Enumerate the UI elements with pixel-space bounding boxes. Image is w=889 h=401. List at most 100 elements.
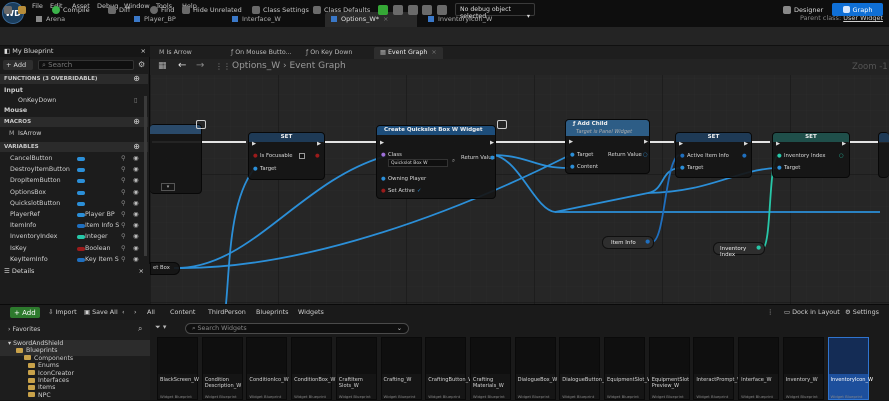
node-partial-right[interactable] bbox=[878, 132, 889, 178]
eye-icon[interactable]: ◉ bbox=[133, 177, 139, 184]
integer-out-pin[interactable]: ● bbox=[756, 245, 761, 251]
eye-icon[interactable]: ◉ bbox=[133, 211, 139, 218]
instance-editable-icon[interactable]: ⚲ bbox=[121, 222, 126, 229]
asset-tile[interactable]: CraftItem Slots_W Widget Blueprint bbox=[335, 337, 377, 400]
search-icon[interactable]: ⌕ bbox=[138, 324, 142, 334]
close-icon[interactable]: × bbox=[383, 15, 388, 23]
checkbox[interactable] bbox=[299, 153, 305, 159]
stop-button[interactable] bbox=[422, 3, 432, 16]
cb-path-content[interactable]: Content bbox=[170, 308, 195, 316]
exec-in-pin[interactable]: ▶ bbox=[380, 140, 384, 146]
struct-out-pin[interactable]: ● bbox=[742, 153, 747, 159]
tab-is-arrow[interactable]: M Is Arrow bbox=[153, 47, 198, 59]
history-forward-icon[interactable]: › bbox=[134, 308, 137, 316]
struct-out-pin[interactable]: ● bbox=[645, 239, 650, 245]
function-onkeydown[interactable]: OnKeyDown ▯ bbox=[0, 96, 148, 106]
asset-tile[interactable]: DialogueBox_W Widget Blueprint bbox=[514, 337, 557, 400]
mouse-category[interactable]: Mouse bbox=[0, 106, 148, 116]
gear-icon[interactable]: ⚙ bbox=[138, 60, 145, 69]
object-pin[interactable]: ● bbox=[680, 165, 685, 171]
node-create-widget[interactable]: Create Quickslot Box W Widget ▶ ▶ ● Clas… bbox=[376, 125, 496, 199]
eye-icon[interactable]: ◉ bbox=[133, 233, 139, 240]
exec-out-pin[interactable]: ▶ bbox=[644, 139, 648, 145]
variable-row[interactable]: InventoryIndex Integer ⚲ ◉ bbox=[0, 232, 148, 242]
diff-button[interactable]: Diff bbox=[108, 3, 130, 16]
instance-editable-icon[interactable]: ⚲ bbox=[121, 256, 126, 263]
class-select[interactable]: Quickslot Box W bbox=[388, 159, 448, 167]
designer-button[interactable]: Designer bbox=[783, 3, 827, 16]
tree-folder[interactable]: NPC bbox=[0, 392, 150, 401]
step-button[interactable] bbox=[393, 3, 403, 16]
class-settings-button[interactable]: Class Settings bbox=[252, 3, 309, 16]
node-add-child[interactable]: ƒ Add Child Target is Panel Widget ▶ ▶ ●… bbox=[565, 119, 650, 174]
variable-row[interactable]: OptionsBox ⚲ ◉ bbox=[0, 188, 148, 198]
eye-icon[interactable]: ◉ bbox=[133, 200, 139, 207]
import-button[interactable]: ⇩ Import bbox=[48, 308, 77, 316]
asset-tile[interactable]: Interface_W Widget Blueprint bbox=[738, 337, 780, 400]
close-icon[interactable]: × bbox=[139, 267, 144, 275]
dock-in-layout-button[interactable]: ▭ Dock in Layout bbox=[784, 308, 840, 316]
scrollbar[interactable] bbox=[144, 96, 147, 256]
play-button[interactable] bbox=[378, 3, 388, 16]
eye-icon[interactable]: ◉ bbox=[133, 256, 139, 263]
hide-unrelated-button[interactable]: Hide Unrelated bbox=[182, 3, 242, 16]
variable-row[interactable]: IsKey Boolean ⚲ ◉ bbox=[0, 244, 148, 254]
bool-pin[interactable]: ● bbox=[381, 188, 386, 194]
cb-path-thirdperson[interactable]: ThirdPerson bbox=[208, 308, 246, 316]
save-button[interactable] bbox=[4, 3, 12, 16]
functions-section[interactable]: FUNCTIONS (3 OVERRIDABLE) ⊕ bbox=[0, 74, 148, 84]
back-arrow-icon[interactable]: ← bbox=[178, 60, 186, 71]
forward-arrow-icon[interactable]: → bbox=[196, 60, 204, 71]
variable-row[interactable]: DestroyItemButton ⚲ ◉ bbox=[0, 165, 148, 175]
item-info-getter[interactable]: Item Info ● bbox=[602, 236, 654, 249]
add-icon[interactable]: ⊕ bbox=[133, 118, 140, 126]
macros-section[interactable]: MACROS ⊕ bbox=[0, 117, 148, 127]
eye-icon[interactable]: ◉ bbox=[133, 189, 139, 196]
menu-file[interactable]: File bbox=[32, 2, 43, 10]
exec-out-pin[interactable]: ▶ bbox=[317, 141, 321, 147]
asset-tile[interactable]: EquipmentSlot Preview_W Widget Blueprint bbox=[648, 337, 690, 400]
search-icon[interactable]: ⌕ bbox=[452, 158, 455, 165]
asset-tile[interactable]: BlackScreen_W Widget Blueprint bbox=[157, 337, 199, 400]
save-all-button[interactable]: ▣ Save All bbox=[84, 308, 118, 316]
object-out-pin[interactable]: ○ bbox=[643, 152, 648, 158]
instance-editable-icon[interactable]: ⚲ bbox=[121, 211, 126, 218]
instance-editable-icon[interactable]: ⚲ bbox=[121, 155, 126, 162]
options-box-getter[interactable]: et Box bbox=[150, 262, 180, 275]
variable-row[interactable]: QuickslotButton ⚲ ◉ bbox=[0, 199, 148, 209]
object-pin[interactable]: ● bbox=[253, 166, 258, 172]
object-pin[interactable]: ● bbox=[777, 165, 782, 171]
input-category[interactable]: Input bbox=[0, 86, 148, 96]
class-defaults-button[interactable]: Class Defaults bbox=[313, 3, 370, 16]
exec-out-pin[interactable]: ▶ bbox=[842, 141, 846, 147]
inventory-index-getter[interactable]: Inventory Index ● bbox=[713, 242, 765, 258]
asset-tile[interactable]: EquipmentSlot_W Widget Blueprint bbox=[604, 337, 652, 400]
variable-row[interactable]: PlayerRef Player BP ⚲ ◉ bbox=[0, 210, 148, 220]
integer-out-pin[interactable]: ○ bbox=[839, 153, 844, 159]
graph-nav-icon[interactable]: ⋮⋮ bbox=[215, 62, 231, 71]
add-button[interactable]: + Add bbox=[3, 60, 33, 70]
eye-icon[interactable]: ◉ bbox=[133, 155, 139, 162]
node-set-is-focusable[interactable]: SET ▶ ▶ ● Is Focusable ● ● Target bbox=[248, 132, 325, 180]
more-icon[interactable]: ⋮ bbox=[767, 308, 773, 316]
play-options-button[interactable] bbox=[437, 3, 447, 16]
add-icon[interactable]: ⊕ bbox=[133, 75, 140, 83]
exec-in-pin[interactable]: ▶ bbox=[569, 139, 573, 145]
class-pin[interactable]: ● bbox=[381, 152, 386, 158]
exec-out-pin[interactable]: ▶ bbox=[490, 140, 494, 146]
eye-icon[interactable]: ◉ bbox=[133, 166, 139, 173]
checkbox[interactable]: ✓ bbox=[417, 188, 421, 194]
asset-tile[interactable]: Crafting_W Widget Blueprint bbox=[380, 337, 422, 400]
exec-out-pin[interactable]: ▶ bbox=[744, 141, 748, 147]
exec-in-pin[interactable]: ▶ bbox=[252, 141, 256, 147]
instance-editable-icon[interactable]: ⚲ bbox=[121, 189, 126, 196]
instance-editable-icon[interactable]: ⚲ bbox=[121, 166, 126, 173]
variable-row[interactable]: DropItemButton ⚲ ◉ bbox=[0, 176, 148, 186]
node-set-active-item-info[interactable]: SET ▶ ▶ ● Active Item Info ● ● Target bbox=[675, 132, 752, 178]
exec-in-pin[interactable]: ▶ bbox=[679, 141, 683, 147]
filters-button[interactable]: ⏷ ▾ bbox=[155, 323, 183, 334]
eye-icon[interactable]: ◉ bbox=[133, 222, 139, 229]
browse-button[interactable] bbox=[18, 3, 26, 16]
integer-pin[interactable]: ● bbox=[777, 153, 782, 159]
object-out-pin[interactable]: ● bbox=[490, 155, 495, 161]
